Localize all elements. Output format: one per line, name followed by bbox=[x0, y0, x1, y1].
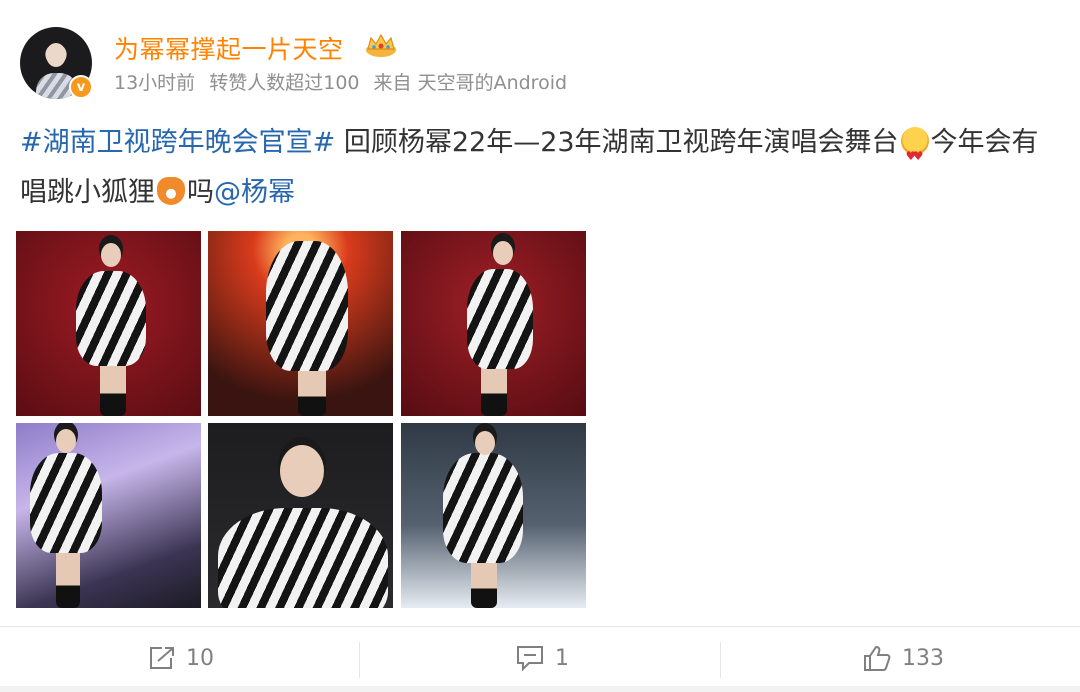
photo-1[interactable] bbox=[16, 231, 201, 416]
like-button[interactable]: 133 bbox=[862, 640, 944, 676]
username[interactable]: 为幂幂撑起一片天空 bbox=[114, 30, 344, 66]
photo-figure-head bbox=[493, 241, 513, 265]
photo-2[interactable] bbox=[208, 231, 393, 416]
photo-6[interactable] bbox=[401, 423, 586, 608]
post-text-part1: 回顾杨幂22年—23年湖南卫视跨年演唱会舞台 bbox=[335, 127, 899, 158]
comment-count: 1 bbox=[555, 645, 569, 671]
photo-figure-head bbox=[101, 243, 121, 267]
reposts-note: 转赞人数超过100 bbox=[209, 72, 360, 94]
photo-figure-head bbox=[56, 429, 76, 453]
thumbs-up-icon bbox=[864, 645, 891, 671]
photo-figure-head bbox=[280, 445, 324, 497]
photo-figure-head bbox=[475, 431, 495, 455]
photo-4[interactable] bbox=[16, 423, 201, 608]
mention-link[interactable]: @杨幂 bbox=[214, 177, 295, 208]
comment-icon bbox=[517, 646, 543, 672]
repost-button[interactable]: 10 bbox=[148, 640, 214, 676]
comment-button[interactable]: 1 bbox=[515, 640, 569, 676]
avatar-face bbox=[46, 43, 66, 67]
photo-figure-coat bbox=[218, 508, 388, 608]
bottom-bar bbox=[0, 686, 1080, 692]
verified-badge-icon: v bbox=[69, 75, 93, 99]
photo-figure-coat bbox=[30, 453, 102, 553]
photo-figure-coat bbox=[76, 271, 146, 366]
post-time[interactable]: 13小时前 bbox=[114, 72, 195, 94]
photo-figure-coat bbox=[467, 269, 533, 369]
photo-figure-coat bbox=[443, 453, 523, 563]
like-count: 133 bbox=[902, 645, 944, 671]
weibo-post: v 为幂幂撑起一片天空 13小时前 转赞人数超过100 来自 天空哥的Andro… bbox=[0, 0, 1080, 692]
repost-icon bbox=[150, 647, 174, 669]
post-source: 来自 天空哥的Android bbox=[373, 72, 568, 94]
action-separator bbox=[720, 642, 721, 678]
action-separator bbox=[359, 642, 360, 678]
photo-3[interactable] bbox=[401, 231, 586, 416]
repost-count: 10 bbox=[186, 645, 214, 671]
hashtag-link[interactable]: #湖南卫视跨年晚会官宣# bbox=[20, 127, 335, 158]
heart-eyes-emoji-icon bbox=[900, 127, 929, 181]
post-text-part3: 吗 bbox=[187, 177, 214, 208]
post-meta: 13小时前 转赞人数超过100 来自 天空哥的Android bbox=[114, 68, 575, 95]
footer-divider bbox=[0, 626, 1080, 627]
crown-icon[interactable] bbox=[364, 32, 398, 58]
photo-5[interactable] bbox=[208, 423, 393, 608]
fox-emoji-icon bbox=[157, 177, 185, 205]
photo-figure-coat bbox=[266, 241, 348, 371]
post-text: #湖南卫视跨年晚会官宣# 回顾杨幂22年—23年湖南卫视跨年演唱会舞台今年会有唱… bbox=[20, 118, 1065, 218]
